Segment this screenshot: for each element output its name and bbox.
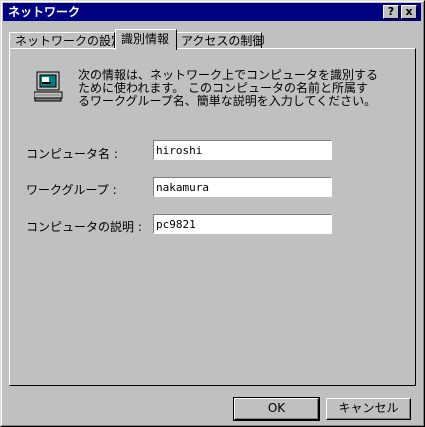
ok-button[interactable]: OK bbox=[233, 397, 320, 421]
network-dialog: ネットワーク ? x ネットワークの設定 識別情報 アクセスの制御 次の情報は、… bbox=[0, 0, 425, 427]
computer-name-input[interactable] bbox=[153, 140, 332, 160]
tab-access-control[interactable]: アクセスの制御 bbox=[175, 32, 264, 49]
computer-description-input[interactable] bbox=[153, 214, 332, 234]
computer-icon bbox=[34, 71, 63, 102]
description-text: 次の情報は、ネットワーク上でコンピュータを識別するために使われます。 このコンピ… bbox=[78, 68, 379, 108]
computer-name-label: コンピュータ名 : bbox=[26, 147, 118, 161]
tab-identification[interactable]: 識別情報 bbox=[115, 29, 177, 50]
help-button[interactable]: ? bbox=[383, 5, 399, 19]
window-title: ネットワーク bbox=[8, 5, 81, 19]
workgroup-input[interactable] bbox=[153, 177, 332, 197]
tab-network-settings[interactable]: ネットワークの設定 bbox=[9, 32, 123, 49]
close-button[interactable]: x bbox=[401, 5, 417, 19]
identification-panel: 次の情報は、ネットワーク上でコンピュータを識別するために使われます。 このコンピ… bbox=[9, 48, 416, 386]
workgroup-label: ワークグループ : bbox=[26, 183, 117, 197]
cancel-button[interactable]: キャンセル bbox=[326, 398, 411, 420]
title-bar[interactable]: ネットワーク ? x bbox=[3, 3, 421, 21]
computer-description-label: コンピュータの説明 : bbox=[26, 220, 142, 234]
